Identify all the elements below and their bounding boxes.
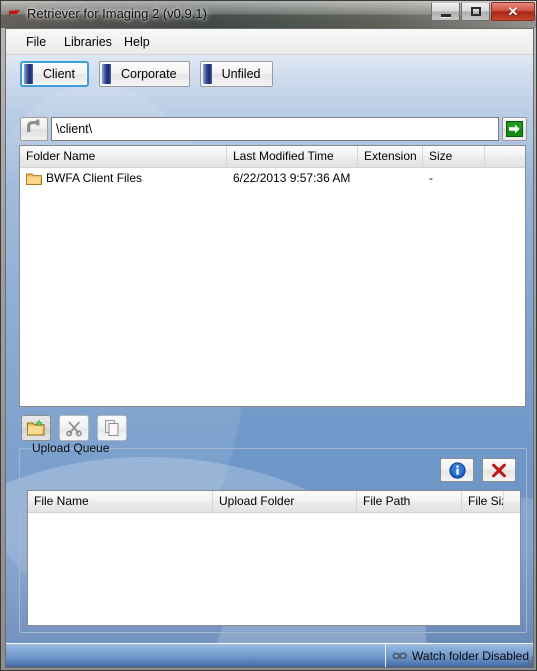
library-button-label: Unfiled — [221, 67, 261, 81]
column-header-file-name[interactable]: File Name — [28, 491, 213, 512]
menu-item-help[interactable]: Help — [118, 34, 156, 50]
library-badge-icon — [101, 64, 111, 84]
table-row[interactable]: BWFA Client Files 6/22/2013 9:57:36 AM - — [20, 168, 525, 188]
column-header-file-size[interactable]: File Size — [462, 491, 504, 512]
cell-folder-name-text: BWFA Client Files — [46, 171, 143, 185]
cell-last-modified-time: 6/22/2013 9:57:36 AM — [233, 171, 351, 185]
column-header-file-path[interactable]: File Path — [357, 491, 462, 512]
library-badge-icon — [24, 64, 33, 84]
upload-queue-group: Upload Queue File Name Upload Folder Fil… — [19, 441, 527, 633]
client-area: File Libraries Help Client Corporate Unf… — [5, 28, 534, 668]
upload-queue-list[interactable]: File Name Upload Folder File Path File S… — [27, 490, 521, 626]
library-badge-icon — [202, 64, 212, 84]
folder-list-header: Folder Name Last Modified Time Extension… — [20, 146, 525, 168]
upload-queue-header: File Name Upload Folder File Path File S… — [28, 491, 520, 513]
title-bar[interactable]: Retriever for Imaging 2 (v0.9.1) ✕ — [1, 1, 536, 28]
column-header-extension[interactable]: Extension — [358, 146, 423, 167]
resize-grip[interactable] — [522, 656, 534, 668]
menu-bar: File Libraries Help — [6, 29, 533, 55]
minimize-icon — [441, 14, 451, 17]
path-bar — [20, 117, 527, 141]
watch-folder-icon — [392, 649, 408, 663]
back-button[interactable] — [20, 117, 48, 141]
upload-queue-title: Upload Queue — [32, 441, 110, 455]
menu-item-libraries[interactable]: Libraries — [58, 34, 118, 50]
library-button-label: Corporate — [120, 67, 177, 81]
action-toolbar — [21, 415, 135, 441]
close-button[interactable]: ✕ — [491, 2, 535, 21]
menu-item-file[interactable]: File — [20, 34, 52, 50]
copy-pages-icon — [105, 420, 119, 436]
undo-arrow-icon — [27, 118, 40, 132]
caption-buttons: ✕ — [430, 2, 535, 23]
library-button-unfiled[interactable]: Unfiled — [199, 61, 274, 87]
watch-folder-status[interactable]: Watch folder Disabled — [385, 644, 529, 667]
cell-size: - — [429, 171, 433, 185]
new-folder-button[interactable] — [21, 415, 51, 441]
status-bar: Watch folder Disabled — [6, 643, 533, 667]
column-header-upload-folder[interactable]: Upload Folder — [213, 491, 357, 512]
folder-icon — [26, 172, 42, 185]
library-button-corporate[interactable]: Corporate — [98, 61, 190, 87]
application-window: Retriever for Imaging 2 (v0.9.1) ✕ File … — [0, 0, 537, 671]
column-header-size[interactable]: Size — [423, 146, 485, 167]
library-button-label: Client — [43, 67, 75, 81]
go-button[interactable] — [502, 117, 527, 141]
minimize-button[interactable] — [431, 2, 460, 21]
library-selector: Client Corporate Unfiled — [20, 61, 283, 87]
folder-list-view[interactable]: Folder Name Last Modified Time Extension… — [19, 145, 526, 407]
window-title: Retriever for Imaging 2 (v0.9.1) — [27, 6, 207, 21]
folder-add-icon — [27, 419, 45, 436]
queue-clear-button[interactable] — [482, 458, 516, 482]
cell-folder-name: BWFA Client Files — [20, 171, 227, 185]
green-arrow-right-icon — [506, 121, 523, 137]
column-header-last-modified-time[interactable]: Last Modified Time — [227, 146, 358, 167]
scissors-icon — [66, 421, 82, 437]
info-circle-icon — [448, 461, 466, 479]
red-x-icon — [492, 463, 506, 477]
queue-info-button[interactable] — [440, 458, 474, 482]
copy-button[interactable] — [97, 415, 127, 441]
column-header-folder-name[interactable]: Folder Name — [20, 146, 227, 167]
maximize-icon — [471, 7, 481, 16]
maximize-button[interactable] — [461, 2, 490, 21]
close-icon: ✕ — [507, 4, 519, 19]
column-header-spacer[interactable] — [504, 491, 520, 512]
flag-icon — [8, 9, 22, 21]
status-text: Watch folder Disabled — [412, 648, 529, 663]
column-header-spacer[interactable] — [485, 146, 525, 167]
library-button-client[interactable]: Client — [20, 61, 89, 87]
path-input[interactable] — [51, 117, 499, 141]
cut-button[interactable] — [59, 415, 89, 441]
